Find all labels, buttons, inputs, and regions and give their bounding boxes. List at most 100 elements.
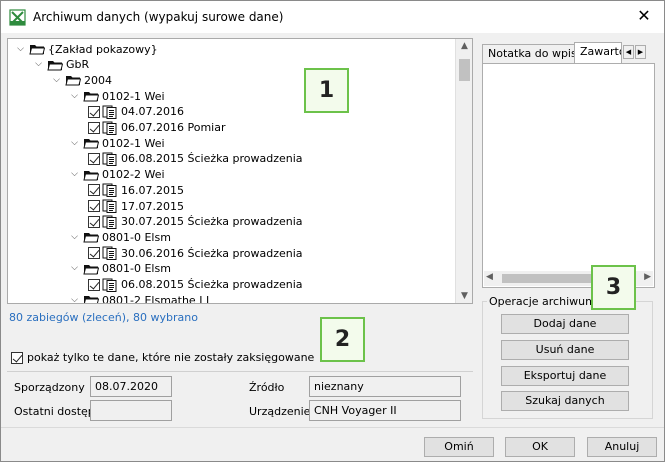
collapse-icon[interactable]: ⌵ — [70, 91, 79, 101]
urzadzenie-field: CNH Voyager II — [309, 400, 461, 421]
tab-notatka[interactable]: Notatka do wpisu — [482, 44, 575, 63]
tree-node-label: 30.07.2015 Ścieżka prowadzenia — [121, 215, 303, 229]
tree-folder-node[interactable]: ⌵ 0102-1 Wei — [70, 88, 164, 104]
folder-icon — [83, 264, 99, 275]
folder-icon — [84, 296, 99, 303]
skip-button[interactable]: Omiń — [424, 437, 494, 457]
folder-icon — [83, 92, 99, 102]
tree-node-label: 04.07.2016 — [121, 105, 184, 119]
filter-checkbox[interactable] — [11, 351, 23, 364]
document-icon — [102, 278, 117, 292]
tree-folder-node[interactable]: ⌵ 0102-2 Wei — [70, 167, 165, 183]
archive-operations-legend: Operacje archiwum — [487, 295, 598, 308]
sporzadzony-field: 08.07.2020 — [90, 376, 172, 397]
document-icon — [102, 215, 117, 229]
document-icon — [102, 152, 117, 166]
collapse-icon[interactable]: ⌵ — [16, 44, 25, 54]
tree-node-label: 2004 — [84, 73, 112, 87]
tree-node-label: {Zakład pokazowy} — [48, 42, 158, 56]
cancel-button[interactable]: Anuluj — [587, 437, 657, 457]
tree-folder-node[interactable]: ⌵ 0801-0 Elsm — [70, 229, 171, 245]
folder-icon — [29, 45, 45, 55]
ok-button[interactable]: OK — [505, 437, 575, 457]
tab-scroll-left-icon[interactable]: ◀ — [623, 45, 634, 59]
tree-folder-node[interactable]: ⌵ 0801-2 Elsmathe I I — [70, 292, 209, 303]
folder-icon — [83, 139, 99, 149]
node-checkbox[interactable] — [88, 215, 100, 228]
document-icon — [102, 105, 117, 119]
tree-node-label: 0801-0 Elsm — [102, 262, 171, 276]
tree-node-label: 16.07.2015 — [121, 183, 184, 197]
tree-document-node[interactable]: 06.08.2015 Ścieżka prowadzenia — [88, 151, 303, 167]
archive-tree[interactable]: ⌵ {Zakład pokazowy} ⌵ GbR ⌵ 2004 ⌵ 0102-1 Wei 04… — [7, 38, 473, 304]
app-icon — [9, 9, 26, 26]
tree-document-node[interactable]: 30.07.2015 Ścieżka prowadzenia — [88, 214, 303, 230]
tree-document-node[interactable]: 16.07.2015 — [88, 182, 184, 198]
collapse-icon[interactable]: ⌵ — [34, 60, 43, 69]
add-data-button[interactable]: Dodaj dane — [501, 314, 629, 334]
scroll-right-icon[interactable]: ▶ — [644, 272, 651, 282]
document-icon — [102, 183, 117, 198]
tree-folder-node[interactable]: ⌵ {Zakład pokazowy} — [16, 41, 158, 57]
tree-document-node[interactable]: 04.07.2016 — [88, 104, 184, 120]
folder-icon — [65, 76, 81, 86]
collapse-icon[interactable]: ⌵ — [70, 232, 79, 242]
export-data-button[interactable]: Eksportuj dane — [501, 366, 629, 386]
scroll-down-icon[interactable]: ▼ — [456, 291, 472, 301]
details-tab-panel: Notatka do wpisu Zawartość ◀ ▶ ◀ ▶ — [478, 38, 659, 291]
selection-count: 80 zabiegów (zleceń), 80 wybrano — [9, 311, 198, 324]
filter-label: pokaż tylko te dane, które nie zostały z… — [27, 351, 315, 364]
tab-scroll-right-icon[interactable]: ▶ — [635, 45, 646, 59]
scroll-thumb[interactable] — [459, 59, 470, 81]
node-checkbox[interactable] — [88, 278, 100, 291]
tab-content-area: ◀ ▶ — [482, 63, 655, 288]
tree-node-label: 06.08.2015 Ścieżka prowadzenia — [121, 152, 303, 166]
sporzadzony-label: Sporządzony — [14, 381, 85, 394]
tree-folder-node[interactable]: ⌵ 0102-1 Wei — [70, 135, 165, 151]
collapse-icon[interactable]: ⌵ — [52, 75, 61, 85]
ostatni-dostep-label: Ostatni dostęp — [14, 405, 95, 418]
filter-checkbox-row[interactable]: pokaż tylko te dane, które nie zostały z… — [11, 351, 314, 364]
tree-node-label: 0102-2 Wei — [102, 168, 165, 182]
folder-icon — [47, 60, 63, 71]
node-checkbox[interactable] — [88, 152, 100, 165]
tab-zawartosc[interactable]: Zawartość — [574, 42, 622, 63]
h-scroll-thumb[interactable] — [502, 274, 592, 283]
node-checkbox[interactable] — [88, 247, 100, 260]
tree-folder-node[interactable]: ⌵ 0801-0 Elsm — [70, 261, 171, 277]
urzadzenie-label: Urządzenie — [249, 405, 311, 418]
folder-icon — [83, 170, 99, 181]
footer-separator — [1, 427, 664, 428]
tree-folder-node[interactable]: ⌵ 2004 — [52, 72, 112, 88]
close-icon[interactable]: ✕ — [624, 1, 664, 33]
tree-document-node[interactable]: 17.07.2015 — [88, 198, 184, 214]
tree-node-label: 0801-0 Elsm — [102, 230, 171, 244]
node-checkbox[interactable] — [88, 121, 100, 134]
tree-folder-node[interactable]: ⌵ GbR — [34, 57, 89, 73]
folder-icon — [83, 233, 99, 243]
search-data-button[interactable]: Szukaj danych — [501, 391, 629, 411]
document-icon — [102, 199, 117, 213]
tree-vertical-scrollbar[interactable]: ▲ ▼ — [455, 39, 472, 303]
callout-1: 1 — [304, 68, 349, 113]
node-checkbox[interactable] — [88, 200, 100, 212]
scroll-left-icon[interactable]: ◀ — [486, 272, 493, 282]
tree-document-node[interactable]: 30.06.2016 Ścieżka prowadzenia — [88, 245, 303, 261]
tree-document-node[interactable]: 06.07.2016 Pomiar — [88, 120, 225, 136]
collapse-icon[interactable]: ⌵ — [70, 170, 79, 179]
tree-node-label: 06.08.2015 Ścieżka prowadzenia — [121, 278, 303, 291]
title-bar: Archiwum danych (wypakuj surowe dane) ✕ — [1, 1, 664, 33]
collapse-icon[interactable]: ⌵ — [70, 295, 79, 303]
remove-data-button[interactable]: Usuń dane — [501, 340, 629, 360]
document-icon — [102, 246, 117, 261]
tree-document-node[interactable]: 06.08.2015 Ścieżka prowadzenia — [88, 277, 303, 293]
tree-node-label: 0102-1 Wei — [102, 136, 165, 150]
collapse-icon[interactable]: ⌵ — [70, 138, 79, 148]
node-checkbox[interactable] — [88, 105, 100, 118]
node-checkbox[interactable] — [88, 184, 100, 197]
zrodlo-field: nieznany — [309, 376, 461, 397]
archive-dialog: Archiwum danych (wypakuj surowe dane) ✕ … — [0, 0, 665, 462]
scroll-up-icon[interactable]: ▲ — [456, 41, 472, 51]
collapse-icon[interactable]: ⌵ — [70, 264, 79, 273]
document-icon — [102, 121, 117, 135]
